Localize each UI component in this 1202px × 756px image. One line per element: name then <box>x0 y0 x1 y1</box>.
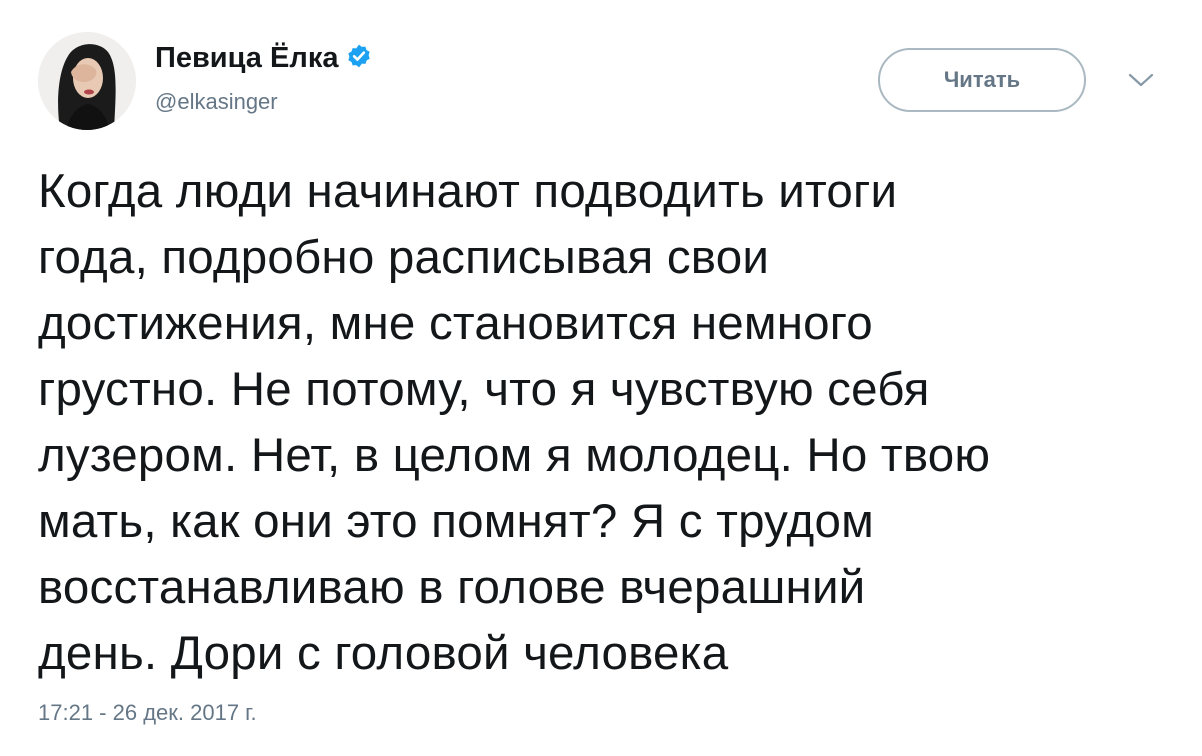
tweet-text-line: восстанавливаю в голове вчерашний <box>38 561 866 614</box>
tweet-card: Певица Ёлка @elkasinger Читать Когда люд… <box>0 0 1202 756</box>
avatar-photo <box>38 32 136 130</box>
author-handle[interactable]: @elkasinger <box>155 89 278 115</box>
follow-button[interactable]: Читать <box>878 48 1086 112</box>
tweet-text-line: грустно. Не потому, что я чувствую себя <box>38 363 930 416</box>
author-avatar[interactable] <box>38 32 136 130</box>
verified-badge-icon <box>346 43 372 69</box>
tweet-timestamp[interactable]: 17:21 - 26 дек. 2017 г. <box>38 700 257 726</box>
tweet-text-line: мать, как они это помнят? Я с трудом <box>38 495 874 548</box>
tweet-text: Когда люди начинают подводить итоги года… <box>38 159 1178 687</box>
tweet-text-line: года, подробно расписывая свои <box>38 231 770 284</box>
tweet-text-line: день. Дори с головой человека <box>38 627 729 680</box>
chevron-down-icon[interactable] <box>1124 68 1158 92</box>
tweet-text-line: лузером. Нет, в целом я молодец. Но твою <box>38 429 991 482</box>
author-display-name[interactable]: Певица Ёлка <box>155 42 372 75</box>
tweet-text-line: достижения, мне становится немного <box>38 297 873 350</box>
author-name-text[interactable]: Певица Ёлка <box>155 42 338 74</box>
tweet-text-line: Когда люди начинают подводить итоги <box>38 165 898 218</box>
